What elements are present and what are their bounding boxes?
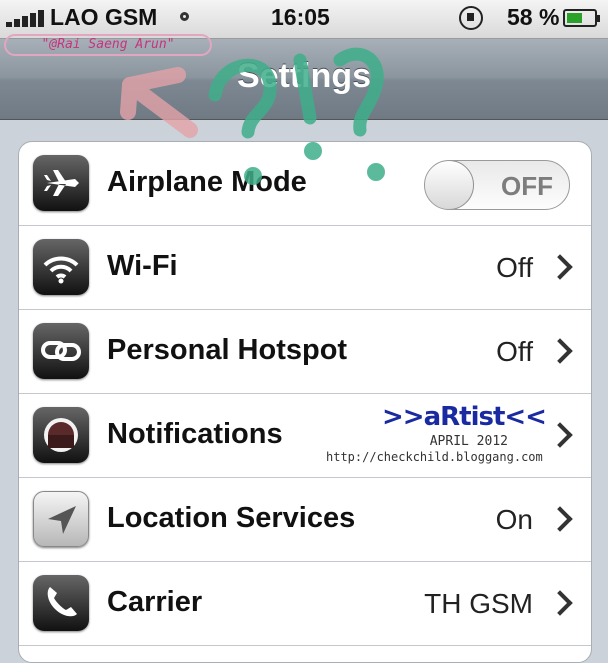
phone-icon — [33, 575, 89, 631]
settings-row-value: Off — [496, 252, 533, 283]
clock: 16:05 — [271, 4, 330, 30]
watermark-date: APRIL 2012 — [429, 434, 508, 449]
page-title: Settings — [236, 57, 372, 95]
settings-row-wifi[interactable]: Wi-Fi Off — [19, 226, 591, 310]
settings-row-label: Notifications — [107, 418, 283, 450]
activity-dot-icon — [180, 12, 189, 21]
battery-icon — [563, 9, 600, 27]
settings-row-label: Location Services — [107, 502, 356, 534]
settings-row-personal-hotspot[interactable]: Personal Hotspot Off — [19, 310, 591, 394]
carrier-name: LAO GSM — [50, 4, 158, 30]
toggle-state: OFF — [501, 171, 553, 201]
watermark-logo: >>aRtist<< — [382, 402, 547, 432]
rotation-lock-icon — [459, 6, 483, 30]
airplane-mode-toggle[interactable]: OFF — [424, 160, 570, 210]
toggle-knob — [425, 161, 474, 209]
settings-row-value: On — [495, 504, 533, 535]
settings-row-label: Airplane Mode — [107, 166, 307, 198]
hotspot-link-icon — [33, 323, 89, 379]
watermark: >>aRtist<< APRIL 2012 http://checkchild.… — [326, 402, 547, 468]
settings-row-location-services[interactable]: Location Services On — [19, 478, 591, 562]
chevron-right-icon — [547, 338, 573, 364]
chevron-right-icon — [547, 506, 573, 532]
settings-row-value: TH GSM — [424, 588, 533, 619]
wifi-icon — [33, 239, 89, 295]
author-handle-label: "@Rai Saeng Arun" — [4, 34, 212, 56]
airplane-icon — [33, 155, 89, 211]
chevron-right-icon — [547, 422, 573, 448]
chevron-right-icon — [547, 254, 573, 280]
settings-row-label: Carrier — [107, 586, 203, 618]
settings-row-airplane-mode: Airplane Mode OFF — [19, 142, 591, 226]
settings-row-value: Off — [496, 336, 533, 367]
settings-row-label: Wi-Fi — [107, 250, 178, 282]
chevron-right-icon — [547, 590, 573, 616]
battery-percent: 58 % — [507, 4, 560, 30]
settings-row-label: Personal Hotspot — [107, 334, 348, 366]
signal-bars-icon — [6, 9, 46, 27]
notifications-icon — [33, 407, 89, 463]
location-arrow-icon — [33, 491, 89, 547]
watermark-url: http://checkchild.bloggang.com — [326, 450, 543, 464]
settings-row-carrier[interactable]: Carrier TH GSM — [19, 562, 591, 646]
